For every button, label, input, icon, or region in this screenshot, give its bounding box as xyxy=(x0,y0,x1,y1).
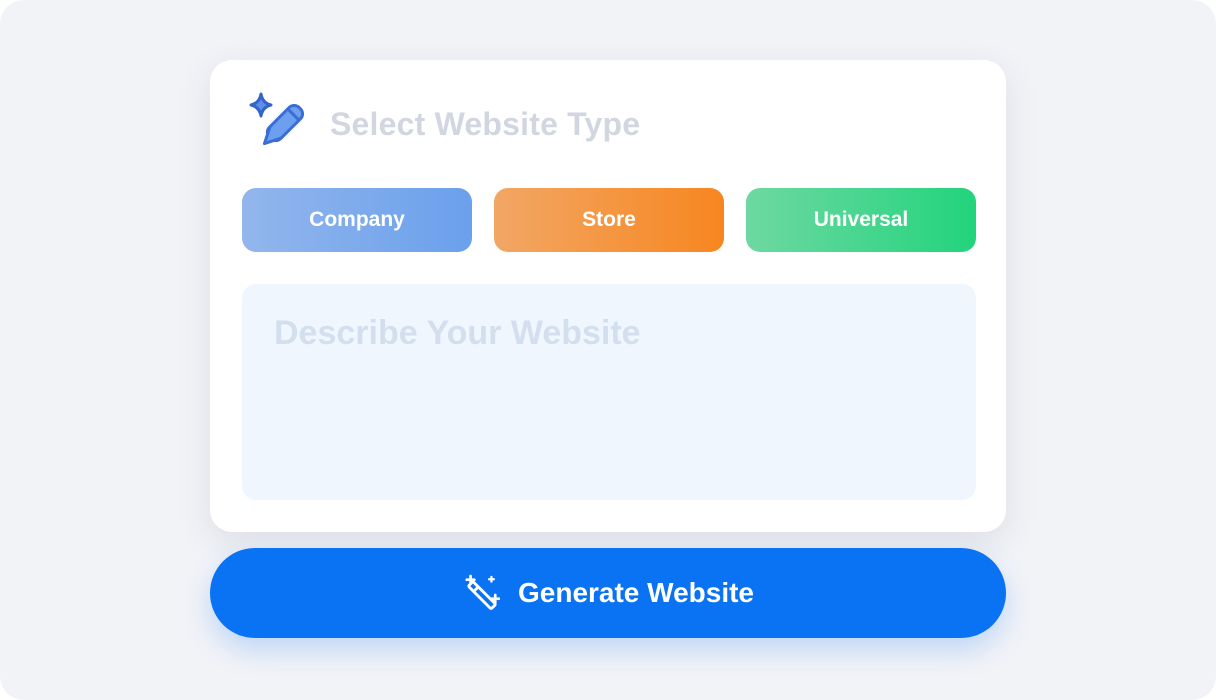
card-title: Select Website Type xyxy=(330,105,641,142)
magic-wand-icon xyxy=(465,574,500,610)
sparkle-pencil-icon xyxy=(249,92,305,146)
generate-website-button[interactable]: Generate Website xyxy=(210,548,1006,638)
page-background: Select Website Type Company Store Univer… xyxy=(0,0,1216,700)
card-header: Select Website Type xyxy=(244,92,640,156)
type-universal-button[interactable]: Universal xyxy=(746,188,976,252)
website-type-options: Company Store Universal xyxy=(242,188,976,252)
generate-button-label: Generate Website xyxy=(517,577,755,608)
website-description-input[interactable] xyxy=(242,284,976,500)
type-company-button[interactable]: Company xyxy=(242,188,472,252)
website-type-card: Select Website Type Company Store Univer… xyxy=(210,60,1006,532)
type-store-button[interactable]: Store xyxy=(494,188,724,252)
